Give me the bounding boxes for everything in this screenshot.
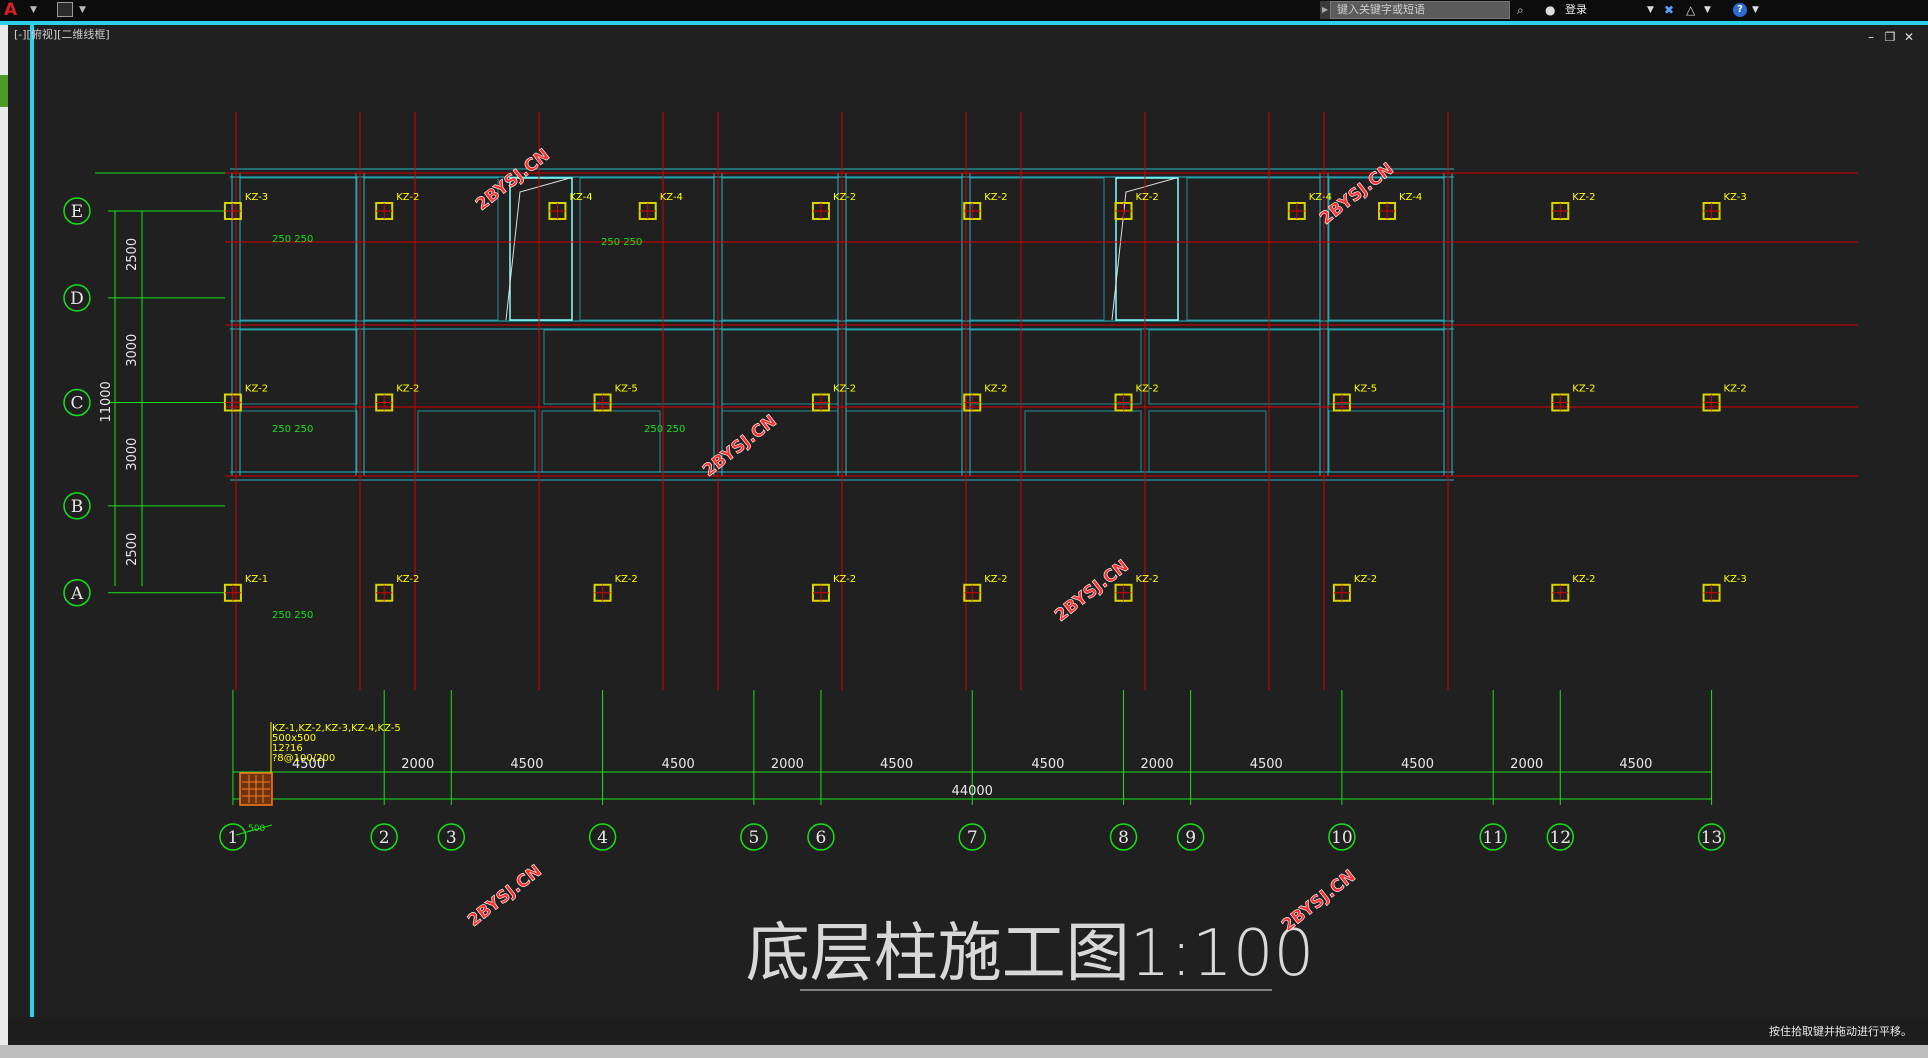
column-tag: KZ-2 bbox=[984, 574, 1007, 585]
column-tag: KZ-2 bbox=[1354, 574, 1377, 585]
column-tag: KZ-2 bbox=[1136, 192, 1159, 203]
column-dimension-label: 2000 bbox=[1510, 757, 1543, 772]
column-tag: KZ-5 bbox=[615, 384, 638, 395]
panel-outline bbox=[845, 329, 963, 405]
spec-line-4: ?8@100/200 bbox=[272, 753, 335, 764]
column-dimension-label: 4500 bbox=[1250, 757, 1283, 772]
column-axis-label: 9 bbox=[1185, 828, 1196, 848]
column-dimension-label: 4500 bbox=[662, 757, 695, 772]
row-dimension-label: 3000 bbox=[125, 438, 140, 471]
column-axis-label: 2 bbox=[379, 828, 390, 848]
watermark: 2BYSJ.CN bbox=[472, 145, 554, 215]
offset-label: 250 250 bbox=[272, 234, 313, 245]
offset-label: 250 250 bbox=[272, 610, 313, 621]
column-tag: KZ-2 bbox=[396, 574, 419, 585]
column-tag: KZ-4 bbox=[569, 192, 592, 203]
column-axis-label: 5 bbox=[748, 828, 759, 848]
panel-outline bbox=[1328, 410, 1445, 473]
column-dimension-label: 2000 bbox=[771, 757, 804, 772]
column-axis-label: 1 bbox=[228, 828, 239, 848]
panel-outline bbox=[239, 410, 358, 473]
column-axis-label: 10 bbox=[1331, 828, 1353, 848]
column-tag: KZ-4 bbox=[1399, 192, 1422, 203]
column-axis-label: 11 bbox=[1482, 828, 1504, 848]
stair-line bbox=[505, 177, 571, 321]
column-tag: KZ-2 bbox=[1136, 384, 1159, 395]
column-dimension-label: 4500 bbox=[510, 757, 543, 772]
column-dimension-label: 4500 bbox=[880, 757, 913, 772]
column-tag: KZ-2 bbox=[984, 384, 1007, 395]
column-dimension-label: 2000 bbox=[1141, 757, 1174, 772]
row-axis-label: B bbox=[71, 497, 84, 517]
column-tag: KZ-2 bbox=[396, 384, 419, 395]
offset-label: 250 250 bbox=[644, 424, 685, 435]
column-tag: KZ-2 bbox=[1724, 384, 1747, 395]
bottom-bar bbox=[0, 1045, 1928, 1058]
watermark: 2BYSJ.CN bbox=[464, 861, 546, 931]
column-tag: KZ-2 bbox=[245, 384, 268, 395]
panel-outline bbox=[721, 177, 839, 321]
column-axis-label: 7 bbox=[967, 828, 978, 848]
panel-outline bbox=[845, 410, 963, 473]
row-axis-label: A bbox=[70, 584, 84, 604]
column-axis-label: 6 bbox=[816, 828, 827, 848]
column-dimension-label: 4500 bbox=[1401, 757, 1434, 772]
panel-outline bbox=[721, 329, 839, 405]
detail-dim-label: 500 bbox=[248, 824, 265, 834]
panel-outline bbox=[579, 177, 715, 321]
row-total-label: 11000 bbox=[99, 381, 114, 422]
column-tag: KZ-3 bbox=[245, 192, 268, 203]
column-tag: KZ-4 bbox=[1309, 192, 1332, 203]
column-tag: KZ-2 bbox=[984, 192, 1007, 203]
row-axis-label: D bbox=[70, 289, 84, 309]
row-axis-label: C bbox=[70, 394, 83, 414]
column-dimension-label: 2000 bbox=[401, 757, 434, 772]
panel-outline bbox=[417, 410, 536, 473]
column-tag: KZ-2 bbox=[1572, 574, 1595, 585]
column-tag: KZ-5 bbox=[1354, 384, 1377, 395]
column-tag: KZ-2 bbox=[1572, 384, 1595, 395]
column-dimension-label: 4500 bbox=[1031, 757, 1064, 772]
status-bar: 按住拾取键并拖动进行平移。 bbox=[8, 1017, 1928, 1045]
panel-outline bbox=[1024, 410, 1142, 473]
watermark: 2BYSJ.CN bbox=[1278, 866, 1360, 936]
column-axis-label: 3 bbox=[446, 828, 457, 848]
row-dimension-label: 2500 bbox=[125, 238, 140, 271]
watermark: 2BYSJ.CN bbox=[699, 411, 781, 481]
column-tag: KZ-3 bbox=[1724, 574, 1747, 585]
panel-outline bbox=[1148, 410, 1267, 473]
panel-outline bbox=[1328, 329, 1445, 405]
column-axis-label: 12 bbox=[1549, 828, 1571, 848]
panel-outline bbox=[1186, 177, 1321, 321]
column-tag: KZ-2 bbox=[615, 574, 638, 585]
column-tag: KZ-2 bbox=[833, 574, 856, 585]
column-tag: KZ-2 bbox=[1572, 192, 1595, 203]
column-axis-label: 13 bbox=[1701, 828, 1723, 848]
column-tag: KZ-3 bbox=[1724, 192, 1747, 203]
column-tag: KZ-2 bbox=[833, 192, 856, 203]
column-axis-label: 4 bbox=[597, 828, 608, 848]
column-dimension-label: 4500 bbox=[1619, 757, 1652, 772]
floor-plan-drawing: 250030003000250011000EDCBA4500 2000 4500 45… bbox=[63, 112, 1858, 991]
panel-outline bbox=[541, 410, 661, 473]
row-dimension-label: 2500 bbox=[125, 533, 140, 566]
column-total-label: 44000 bbox=[952, 784, 993, 799]
offset-label: 250 250 bbox=[601, 237, 642, 248]
row-axis-label: E bbox=[71, 202, 83, 222]
column-tag: KZ-1 bbox=[245, 574, 268, 585]
column-tag: KZ-4 bbox=[660, 192, 683, 203]
panel-outline bbox=[845, 177, 963, 321]
column-tag: KZ-2 bbox=[833, 384, 856, 395]
column-axis-label: 8 bbox=[1118, 828, 1129, 848]
status-message: 按住拾取键并拖动进行平移。 bbox=[1769, 1025, 1912, 1038]
panel-outline bbox=[1148, 329, 1321, 405]
watermark: 2BYSJ.CN bbox=[1051, 556, 1133, 626]
column-tag: KZ-2 bbox=[1136, 574, 1159, 585]
drawing-title: 底层柱施工图1:100 bbox=[746, 917, 1314, 991]
row-dimension-label: 3000 bbox=[125, 334, 140, 367]
offset-label: 250 250 bbox=[272, 424, 313, 435]
column-tag: KZ-2 bbox=[396, 192, 419, 203]
